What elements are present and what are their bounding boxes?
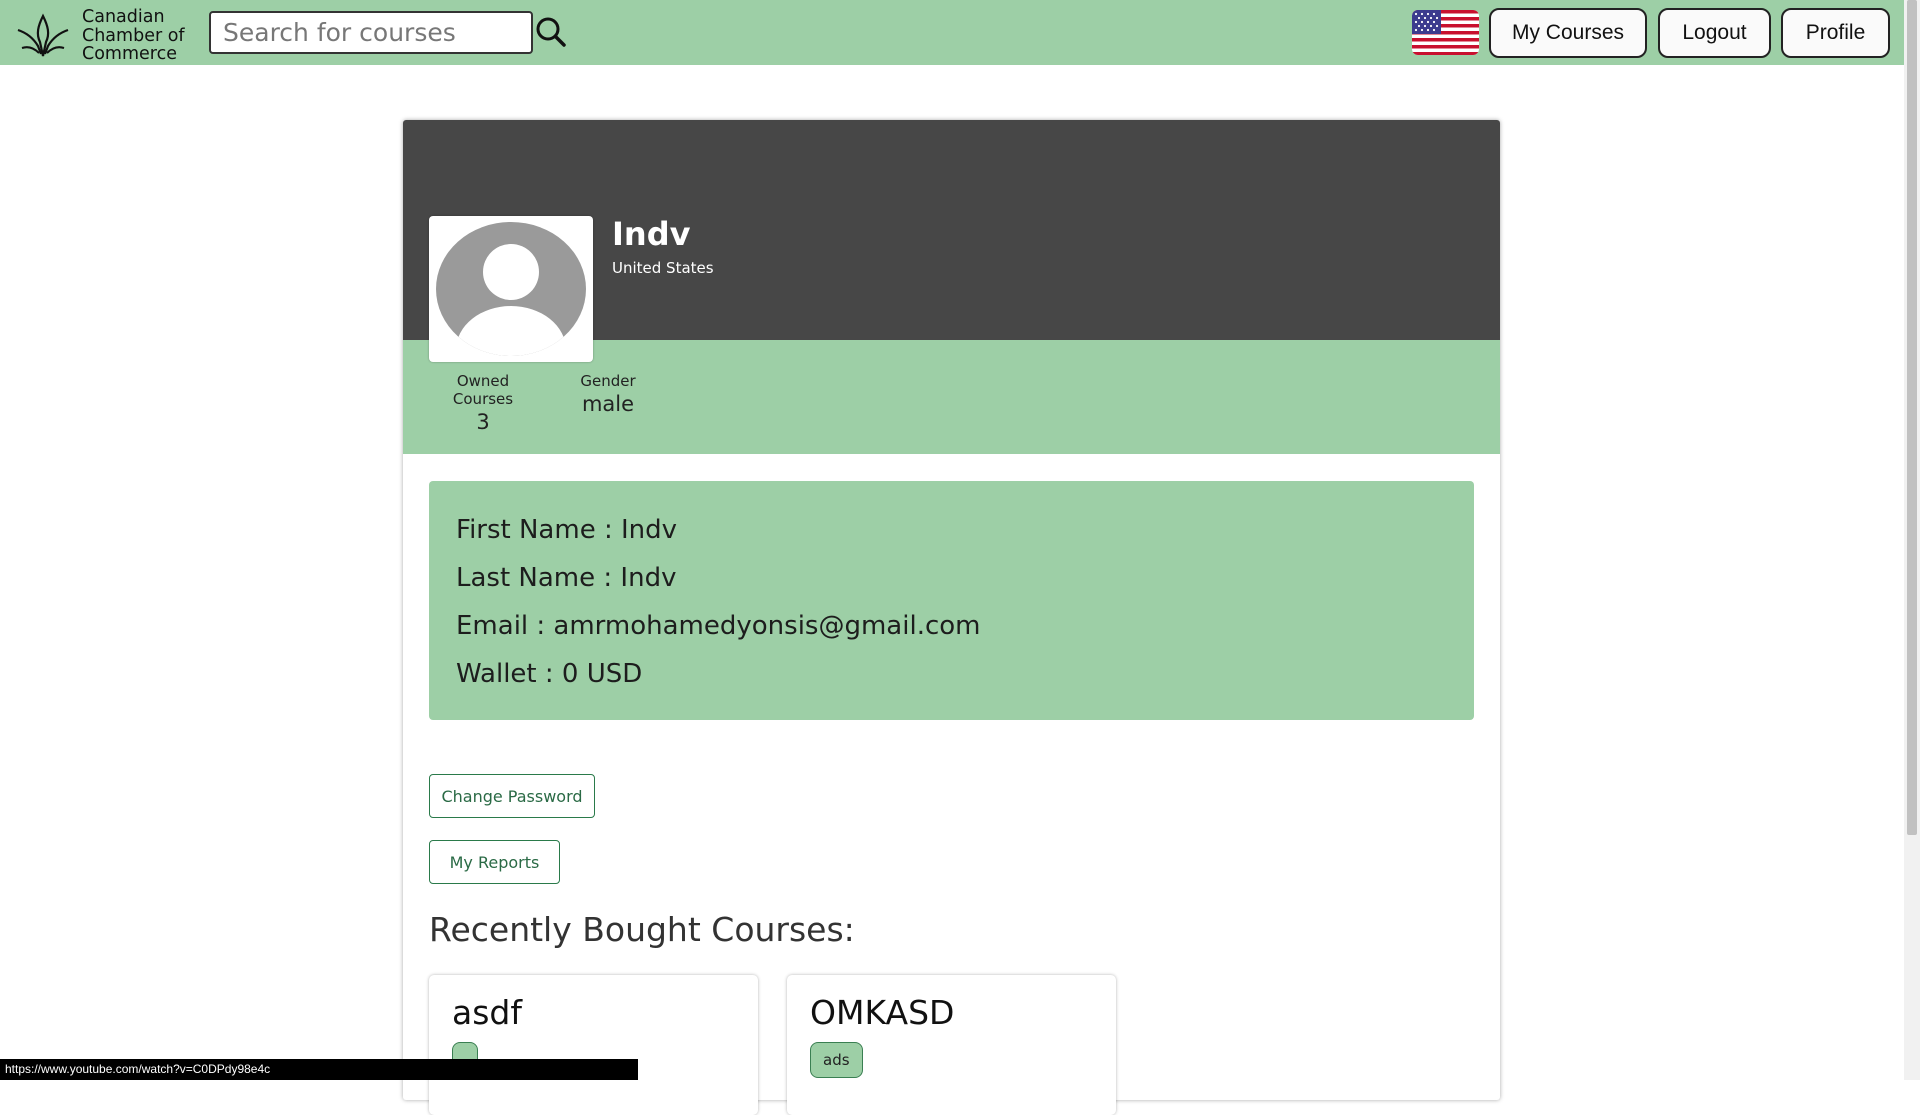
stat-label: Gender — [580, 372, 636, 390]
course-card[interactable]: asdf — [429, 975, 758, 1115]
brand-name: Canadian Chamber of Commerce — [82, 8, 192, 64]
brand-line-3: Commerce — [82, 44, 177, 64]
recent-courses-title: Recently Bought Courses: — [429, 910, 855, 949]
top-navbar: Canadian Chamber of Commerce My Courses … — [0, 0, 1904, 65]
search-input[interactable] — [209, 11, 533, 54]
brand-line-2: Chamber of — [82, 25, 185, 46]
brand-logo[interactable]: Canadian Chamber of Commerce — [14, 8, 192, 64]
maple-leaf-logo-icon — [17, 13, 69, 56]
course-title: OMKASD — [810, 993, 955, 1032]
search-icon[interactable] — [535, 16, 567, 48]
my-reports-button[interactable]: My Reports — [429, 840, 560, 884]
course-tag[interactable]: ads — [810, 1042, 863, 1078]
stat-gender: Gender male — [568, 372, 648, 416]
profile-card: Indv United States Owned Courses 3 Gende… — [403, 120, 1500, 1115]
stat-owned-courses: Owned Courses 3 — [429, 372, 537, 434]
first-name-line: First Name : Indv — [456, 515, 678, 545]
us-flag-icon[interactable] — [1412, 10, 1479, 55]
email-line: Email : amrmohamedyonsis@gmail.com — [456, 611, 981, 641]
stat-label: Owned Courses — [452, 372, 514, 408]
logout-button[interactable]: Logout — [1658, 8, 1771, 58]
stat-value: male — [581, 392, 635, 416]
brand-line-1: Canadian — [82, 7, 165, 27]
profile-country: United States — [612, 259, 714, 277]
course-title: asdf — [452, 993, 522, 1032]
link-status-bar: https://www.youtube.com/watch?v=C0DPdy98… — [0, 1059, 638, 1080]
scrollbar-thumb[interactable] — [1907, 0, 1917, 835]
profile-info-box: First Name : Indv Last Name : Indv Email… — [429, 481, 1474, 720]
change-password-button[interactable]: Change Password — [429, 774, 595, 818]
wallet-line: Wallet : 0 USD — [456, 659, 643, 689]
my-courses-button[interactable]: My Courses — [1489, 8, 1647, 58]
profile-name: Indv — [612, 215, 691, 253]
course-card[interactable]: OMKASD ads — [787, 975, 1116, 1115]
profile-button[interactable]: Profile — [1781, 8, 1890, 58]
last-name-line: Last Name : Indv — [456, 563, 677, 593]
default-user-avatar-icon — [436, 222, 586, 356]
stat-value: 3 — [476, 410, 490, 434]
avatar — [429, 216, 593, 362]
